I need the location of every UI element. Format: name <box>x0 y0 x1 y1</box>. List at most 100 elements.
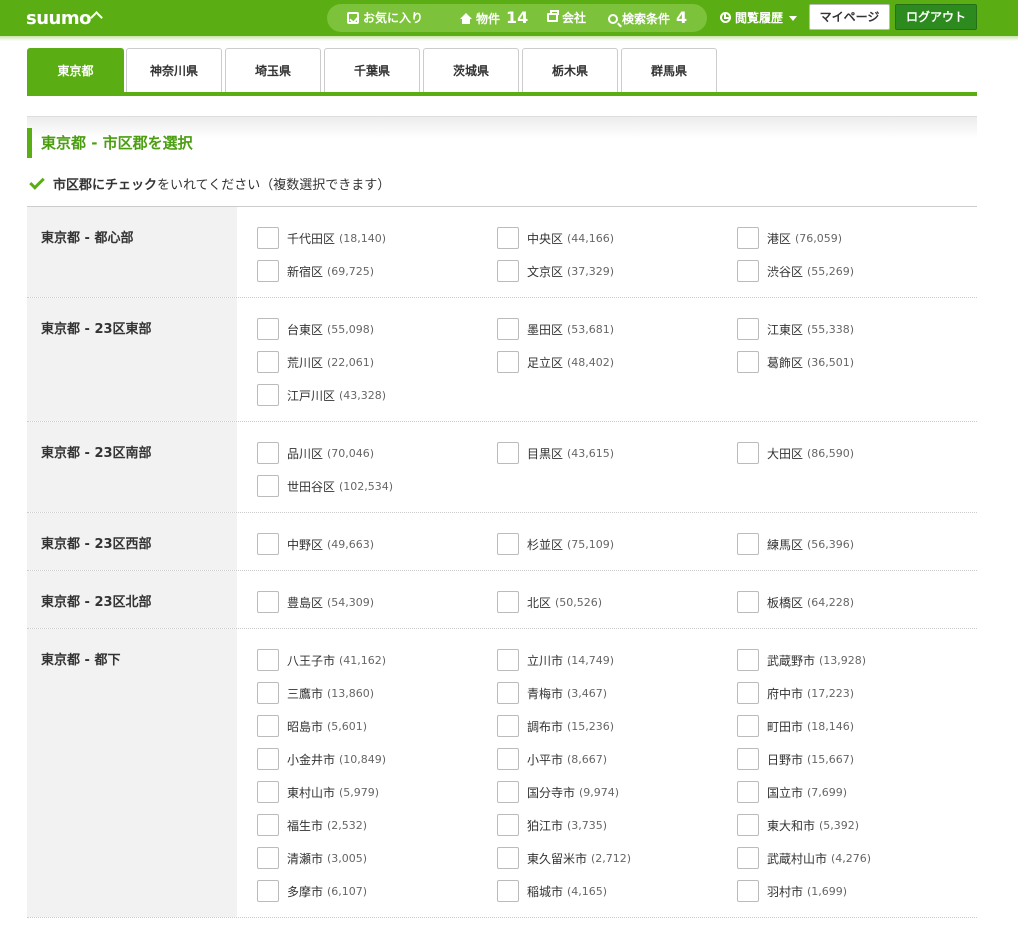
city-option[interactable]: 目黒区 (43,615) <box>497 442 737 464</box>
city-checkbox[interactable] <box>737 318 759 340</box>
city-option[interactable]: 東大和市 (5,392) <box>737 814 977 836</box>
city-option[interactable]: 小金井市 (10,849) <box>257 748 497 770</box>
city-checkbox[interactable] <box>737 814 759 836</box>
city-option[interactable]: 立川市 (14,749) <box>497 649 737 671</box>
city-checkbox[interactable] <box>497 814 519 836</box>
search-conditions-link[interactable]: 検索条件 4 <box>608 4 687 32</box>
city-checkbox[interactable] <box>497 847 519 869</box>
company-link[interactable]: 会社 <box>547 4 586 32</box>
city-checkbox[interactable] <box>257 591 279 613</box>
city-option[interactable]: 東久留米市 (2,712) <box>497 847 737 869</box>
city-option[interactable]: 足立区 (48,402) <box>497 351 737 373</box>
city-option[interactable]: 台東区 (55,098) <box>257 318 497 340</box>
logout-button[interactable]: ログアウト <box>895 4 977 30</box>
city-checkbox[interactable] <box>257 880 279 902</box>
city-option[interactable]: 港区 (76,059) <box>737 227 977 249</box>
city-option[interactable]: 墨田区 (53,681) <box>497 318 737 340</box>
city-checkbox[interactable] <box>497 318 519 340</box>
city-checkbox[interactable] <box>737 715 759 737</box>
city-checkbox[interactable] <box>737 847 759 869</box>
city-option[interactable]: 杉並区 (75,109) <box>497 533 737 555</box>
city-checkbox[interactable] <box>737 880 759 902</box>
city-checkbox[interactable] <box>497 533 519 555</box>
city-checkbox[interactable] <box>257 814 279 836</box>
city-option[interactable]: 府中市 (17,223) <box>737 682 977 704</box>
city-option[interactable]: 昭島市 (5,601) <box>257 715 497 737</box>
city-checkbox[interactable] <box>257 847 279 869</box>
city-option[interactable]: 東村山市 (5,979) <box>257 781 497 803</box>
city-checkbox[interactable] <box>497 442 519 464</box>
city-checkbox[interactable] <box>737 591 759 613</box>
city-checkbox[interactable] <box>257 260 279 282</box>
city-option[interactable]: 品川区 (70,046) <box>257 442 497 464</box>
city-option[interactable]: 江戸川区 (43,328) <box>257 384 497 406</box>
mypage-button[interactable]: マイページ <box>809 4 890 30</box>
city-checkbox[interactable] <box>257 682 279 704</box>
city-option[interactable]: 荒川区 (22,061) <box>257 351 497 373</box>
city-checkbox[interactable] <box>737 781 759 803</box>
city-checkbox[interactable] <box>257 748 279 770</box>
city-option[interactable]: 練馬区 (56,396) <box>737 533 977 555</box>
city-checkbox[interactable] <box>737 227 759 249</box>
city-checkbox[interactable] <box>257 533 279 555</box>
history-dropdown[interactable]: 閲覧履歴 <box>720 4 798 32</box>
properties-link[interactable]: 物件 14 <box>460 4 528 32</box>
city-option[interactable]: 日野市 (15,667) <box>737 748 977 770</box>
city-option[interactable]: 国立市 (7,699) <box>737 781 977 803</box>
city-checkbox[interactable] <box>257 715 279 737</box>
city-option[interactable]: 福生市 (2,532) <box>257 814 497 836</box>
city-checkbox[interactable] <box>737 682 759 704</box>
tab-ibaraki[interactable]: 茨城県 <box>423 48 519 92</box>
city-option[interactable]: 中央区 (44,166) <box>497 227 737 249</box>
tab-kanagawa[interactable]: 神奈川県 <box>126 48 222 92</box>
tab-tokyo[interactable]: 東京都 <box>27 48 124 92</box>
tab-saitama[interactable]: 埼玉県 <box>225 48 321 92</box>
city-option[interactable]: 多摩市 (6,107) <box>257 880 497 902</box>
city-option[interactable]: 町田市 (18,146) <box>737 715 977 737</box>
city-checkbox[interactable] <box>257 649 279 671</box>
city-option[interactable]: 千代田区 (18,140) <box>257 227 497 249</box>
city-option[interactable]: 武蔵野市 (13,928) <box>737 649 977 671</box>
tab-gunma[interactable]: 群馬県 <box>621 48 717 92</box>
favorites-link[interactable]: お気に入り <box>347 4 423 32</box>
city-option[interactable]: 三鷹市 (13,860) <box>257 682 497 704</box>
city-option[interactable]: 青梅市 (3,467) <box>497 682 737 704</box>
city-checkbox[interactable] <box>497 351 519 373</box>
city-option[interactable]: 羽村市 (1,699) <box>737 880 977 902</box>
city-checkbox[interactable] <box>737 351 759 373</box>
city-checkbox[interactable] <box>497 227 519 249</box>
city-checkbox[interactable] <box>737 533 759 555</box>
city-option[interactable]: 板橋区 (64,228) <box>737 591 977 613</box>
suumo-logo[interactable]: suumo <box>26 8 103 29</box>
city-option[interactable]: 国分寺市 (9,974) <box>497 781 737 803</box>
city-option[interactable]: 武蔵村山市 (4,276) <box>737 847 977 869</box>
city-checkbox[interactable] <box>737 748 759 770</box>
city-checkbox[interactable] <box>497 649 519 671</box>
city-checkbox[interactable] <box>257 475 279 497</box>
city-option[interactable]: 稲城市 (4,165) <box>497 880 737 902</box>
city-option[interactable]: 調布市 (15,236) <box>497 715 737 737</box>
city-checkbox[interactable] <box>737 260 759 282</box>
city-option[interactable]: 江東区 (55,338) <box>737 318 977 340</box>
city-option[interactable]: 小平市 (8,667) <box>497 748 737 770</box>
city-option[interactable]: 世田谷区 (102,534) <box>257 475 497 497</box>
city-checkbox[interactable] <box>257 351 279 373</box>
city-checkbox[interactable] <box>257 781 279 803</box>
city-checkbox[interactable] <box>497 781 519 803</box>
city-checkbox[interactable] <box>257 442 279 464</box>
city-checkbox[interactable] <box>497 748 519 770</box>
city-checkbox[interactable] <box>497 880 519 902</box>
city-checkbox[interactable] <box>257 384 279 406</box>
city-option[interactable]: 北区 (50,526) <box>497 591 737 613</box>
tab-tochigi[interactable]: 栃木県 <box>522 48 618 92</box>
city-option[interactable]: 狛江市 (3,735) <box>497 814 737 836</box>
city-checkbox[interactable] <box>257 227 279 249</box>
city-option[interactable]: 渋谷区 (55,269) <box>737 260 977 282</box>
city-option[interactable]: 清瀬市 (3,005) <box>257 847 497 869</box>
city-option[interactable]: 大田区 (86,590) <box>737 442 977 464</box>
city-checkbox[interactable] <box>497 260 519 282</box>
city-checkbox[interactable] <box>737 442 759 464</box>
city-checkbox[interactable] <box>737 649 759 671</box>
city-option[interactable]: 文京区 (37,329) <box>497 260 737 282</box>
city-option[interactable]: 新宿区 (69,725) <box>257 260 497 282</box>
